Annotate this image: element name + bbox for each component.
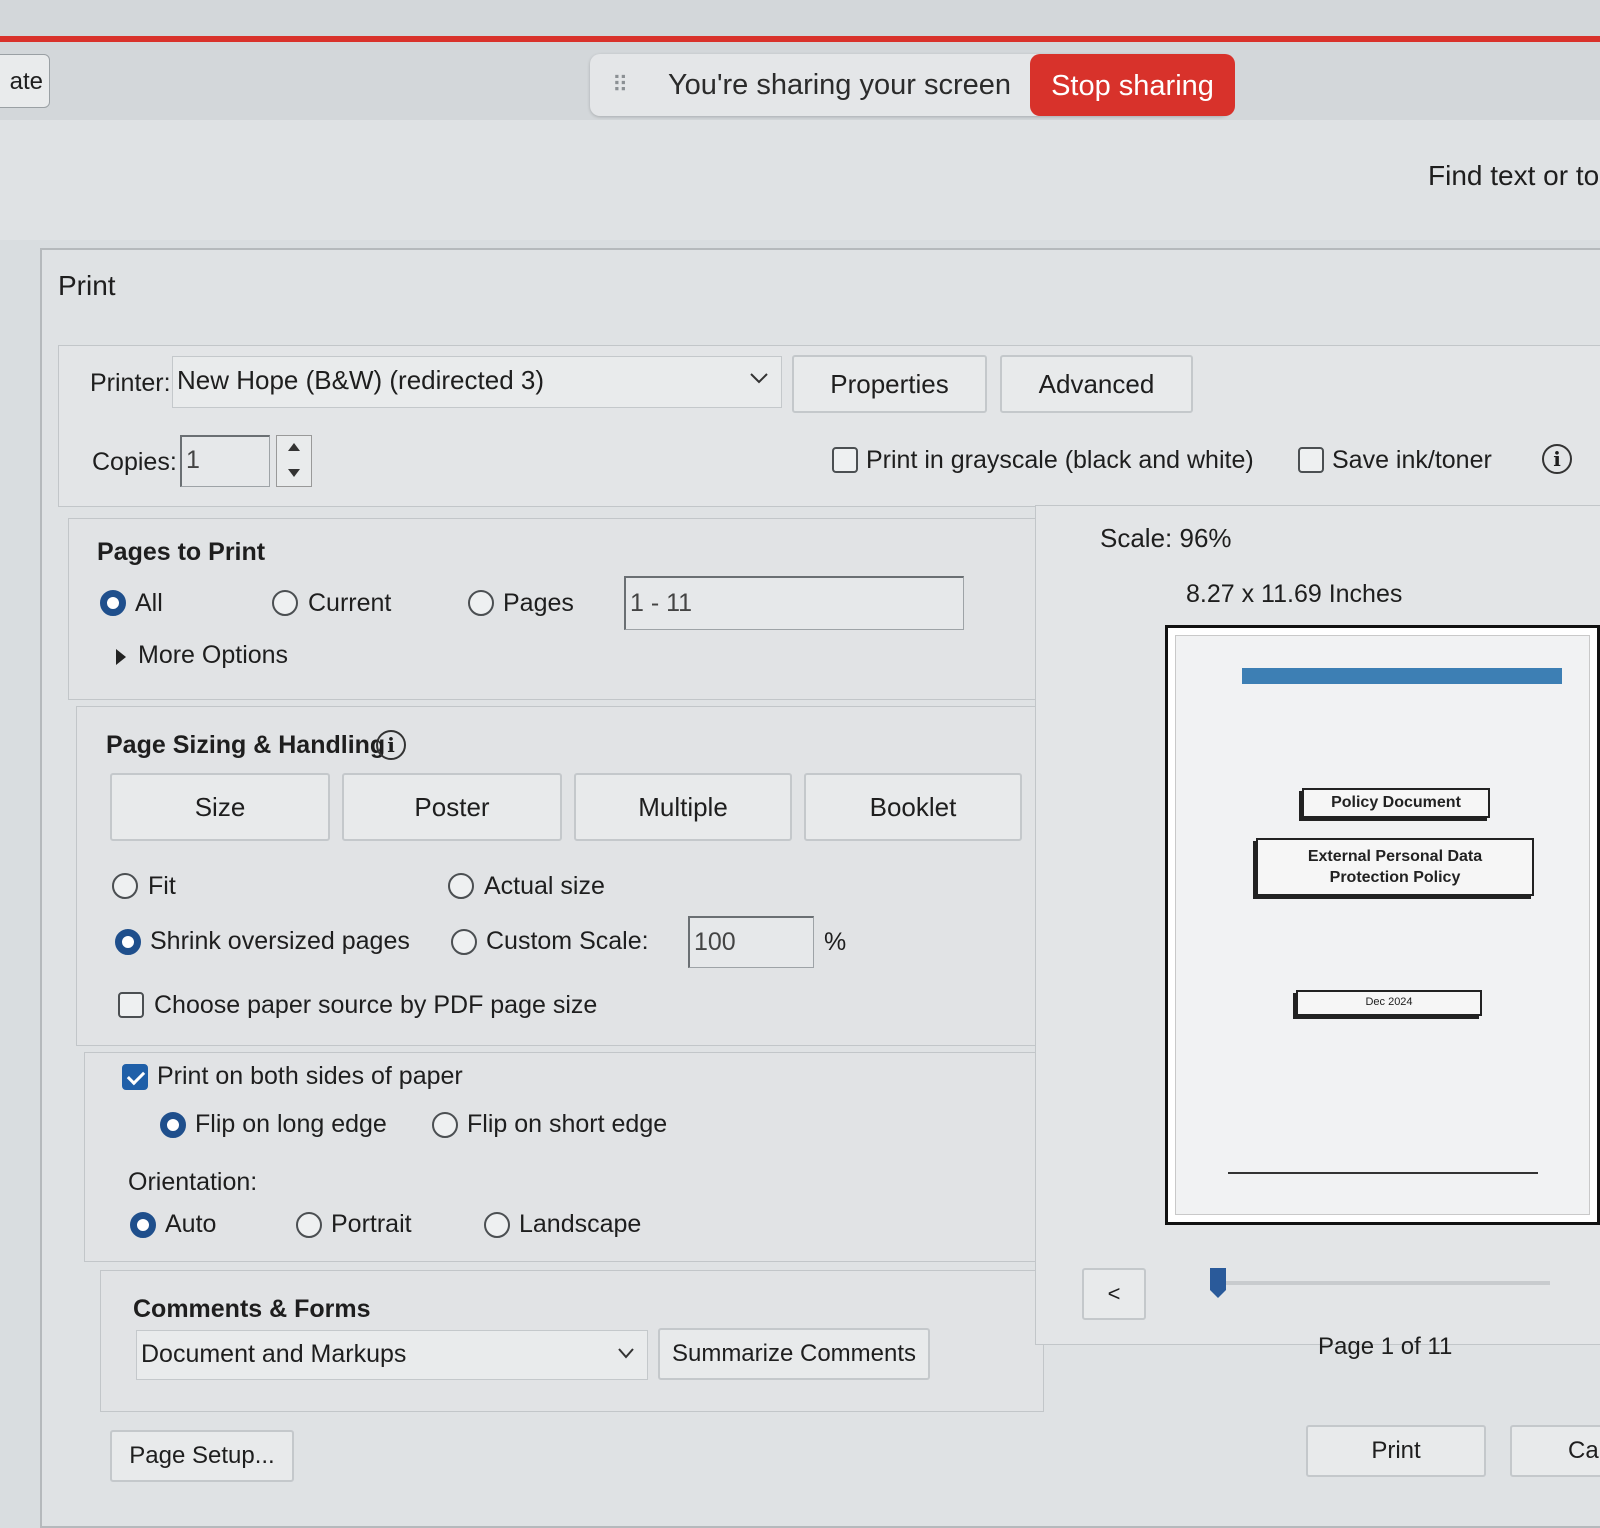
radio-all-label: All	[135, 589, 163, 617]
advanced-button[interactable]: Advanced	[1000, 355, 1193, 413]
chevron-down-icon	[618, 1348, 634, 1359]
background-tab[interactable]: ate	[0, 54, 50, 108]
radio-actual-size-label: Actual size	[484, 872, 605, 900]
tab-booklet[interactable]: Booklet	[804, 773, 1022, 841]
comments-forms-heading: Comments & Forms	[133, 1295, 371, 1323]
radio-flip-long-edge[interactable]	[160, 1112, 186, 1138]
radio-current[interactable]	[272, 590, 298, 616]
both-sides-checkbox[interactable]	[122, 1064, 148, 1090]
page-slider-thumb[interactable]	[1208, 1266, 1228, 1300]
doc-title-line1: External Personal Data	[1307, 848, 1483, 865]
chevron-down-icon	[750, 373, 768, 384]
radio-current-label: Current	[308, 589, 392, 617]
preview-page-content	[1175, 635, 1590, 1215]
printer-label: Printer:	[90, 369, 171, 397]
pages-range-input[interactable]: 1 - 11	[624, 576, 964, 630]
radio-orientation-portrait[interactable]	[296, 1212, 322, 1238]
sharing-status-text: You're sharing your screen	[668, 69, 1012, 101]
print-button[interactable]: Print	[1306, 1425, 1486, 1477]
comments-forms-value: Document and Markups	[141, 1340, 407, 1368]
tab-size[interactable]: Size	[110, 773, 330, 841]
stop-sharing-button[interactable]: Stop sharing	[1030, 54, 1235, 116]
radio-shrink-label: Shrink oversized pages	[150, 927, 410, 955]
printer-select[interactable]: New Hope (B&W) (redirected 3)	[172, 356, 782, 408]
radio-fit[interactable]	[112, 873, 138, 899]
page-indicator: Page 1 of 11	[1318, 1333, 1453, 1360]
app-toolbar	[0, 120, 1600, 240]
paper-source-label: Choose paper source by PDF page size	[154, 991, 598, 1019]
properties-button[interactable]: Properties	[792, 355, 987, 413]
arrow-up-icon[interactable]	[287, 442, 301, 452]
radio-fit-label: Fit	[148, 872, 176, 900]
copies-stepper[interactable]	[276, 435, 312, 487]
comments-forms-select[interactable]: Document and Markups	[136, 1330, 648, 1380]
pages-to-print-heading: Pages to Print	[97, 538, 266, 566]
grayscale-label: Print in grayscale (black and white)	[866, 446, 1254, 474]
percent-label: %	[824, 928, 847, 956]
page-slider-track[interactable]	[1210, 1281, 1550, 1285]
prev-page-button[interactable]: <	[1082, 1268, 1146, 1320]
tab-poster[interactable]: Poster	[342, 773, 562, 841]
page-sizing-heading: Page Sizing & Handling	[106, 731, 386, 759]
orientation-landscape-label: Landscape	[519, 1210, 642, 1238]
doc-footer-rule	[1228, 1172, 1538, 1174]
paper-size-text: 8.27 x 11.69 Inches	[1186, 580, 1403, 608]
radio-actual-size[interactable]	[448, 873, 474, 899]
copies-label: Copies:	[92, 448, 177, 476]
radio-all[interactable]	[100, 590, 126, 616]
scale-text: Scale: 96%	[1100, 523, 1232, 553]
more-options-link[interactable]: More Options	[138, 641, 288, 670]
orientation-portrait-label: Portrait	[331, 1210, 412, 1238]
orientation-auto-label: Auto	[165, 1210, 217, 1238]
expand-triangle-icon[interactable]	[115, 648, 127, 666]
radio-orientation-landscape[interactable]	[484, 1212, 510, 1238]
both-sides-label: Print on both sides of paper	[157, 1062, 463, 1090]
dialog-title: Print	[58, 270, 116, 301]
sizing-info-icon[interactable]: i	[376, 730, 406, 760]
doc-title-line2: Protection Policy	[1329, 869, 1461, 886]
paper-source-checkbox[interactable]	[118, 992, 144, 1018]
arrow-down-icon[interactable]	[287, 468, 301, 478]
flip-long-edge-label: Flip on long edge	[195, 1110, 387, 1138]
tab-multiple[interactable]: Multiple	[574, 773, 792, 841]
page-setup-button[interactable]: Page Setup...	[110, 1430, 294, 1482]
radio-orientation-auto[interactable]	[130, 1212, 156, 1238]
radio-pages[interactable]	[468, 590, 494, 616]
drag-handle-icon[interactable]: ⠿	[612, 68, 632, 102]
doc-policy-label: Policy Document	[1302, 788, 1490, 818]
flip-short-edge-label: Flip on short edge	[467, 1110, 668, 1138]
radio-pages-label: Pages	[503, 589, 574, 617]
radio-shrink-oversized[interactable]	[115, 929, 141, 955]
radio-flip-short-edge[interactable]	[432, 1112, 458, 1138]
orientation-label: Orientation:	[128, 1168, 258, 1196]
copies-input[interactable]: 1	[180, 435, 270, 487]
save-ink-label: Save ink/toner	[1332, 446, 1492, 474]
find-text-field[interactable]: Find text or to	[1428, 160, 1599, 192]
doc-date-box: Dec 2024	[1296, 990, 1482, 1016]
cancel-button[interactable]: Car	[1510, 1425, 1600, 1477]
doc-header-bar	[1242, 668, 1562, 684]
summarize-comments-button[interactable]: Summarize Comments	[658, 1328, 930, 1380]
info-icon[interactable]: i	[1542, 444, 1572, 474]
grayscale-checkbox[interactable]	[832, 447, 858, 473]
radio-custom-scale-label: Custom Scale:	[486, 927, 649, 955]
radio-custom-scale[interactable]	[451, 929, 477, 955]
printer-select-value: New Hope (B&W) (redirected 3)	[177, 365, 544, 395]
custom-scale-input[interactable]: 100	[688, 916, 814, 968]
share-indicator-line	[0, 36, 1600, 42]
doc-title-box: External Personal Data Protection Policy	[1256, 838, 1534, 896]
save-ink-checkbox[interactable]	[1298, 447, 1324, 473]
